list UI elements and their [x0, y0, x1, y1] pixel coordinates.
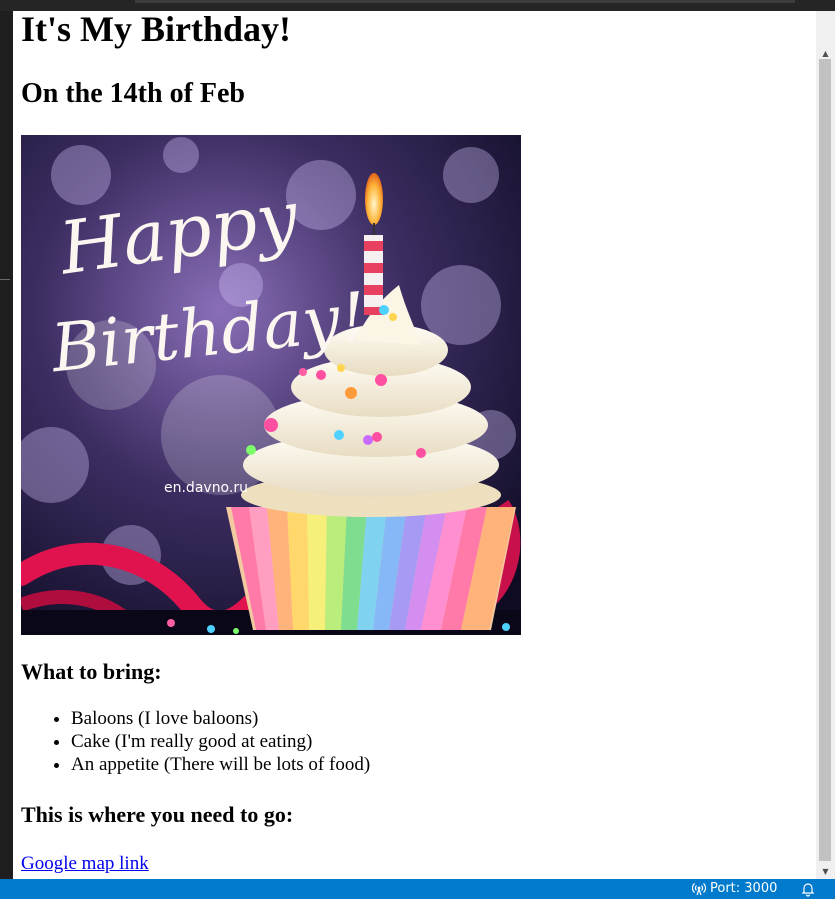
google-map-link[interactable]: Google map link	[21, 853, 149, 875]
list-item: An appetite (There will be lots of food)	[71, 753, 816, 776]
editor-top-bar	[0, 0, 835, 11]
browser-preview: It's My Birthday! On the 14th of Feb Hap…	[13, 11, 816, 879]
broadcast-icon	[692, 883, 706, 896]
panel-divider	[0, 279, 10, 280]
bring-heading: What to bring:	[21, 659, 162, 684]
image-watermark: en.davno.ru	[164, 480, 248, 496]
tab-strip	[135, 0, 795, 3]
birthday-cupcake-image: Happy Birthday! en.davno.ru	[21, 135, 521, 635]
left-panel-edge	[0, 11, 13, 879]
bell-icon[interactable]	[800, 881, 816, 897]
scrollbar-thumb[interactable]	[819, 59, 831, 861]
date-heading: On the 14th of Feb	[21, 78, 245, 109]
bring-list: Baloons (I love baloons) Cake (I'm reall…	[21, 707, 816, 776]
status-bar: Port: 3000	[0, 879, 835, 899]
where-heading: This is where you need to go:	[21, 802, 294, 827]
port-status-item[interactable]: Port: 3000	[692, 881, 777, 897]
vertical-scrollbar[interactable]: ▲ ▼	[816, 11, 835, 879]
scroll-down-arrow-icon[interactable]: ▼	[816, 863, 835, 880]
list-item: Baloons (I love baloons)	[71, 707, 816, 730]
port-label: Port: 3000	[710, 881, 778, 896]
page-title: It's My Birthday!	[21, 11, 291, 49]
page-content: It's My Birthday! On the 14th of Feb Hap…	[13, 11, 816, 875]
list-item: Cake (I'm really good at eating)	[71, 730, 816, 753]
